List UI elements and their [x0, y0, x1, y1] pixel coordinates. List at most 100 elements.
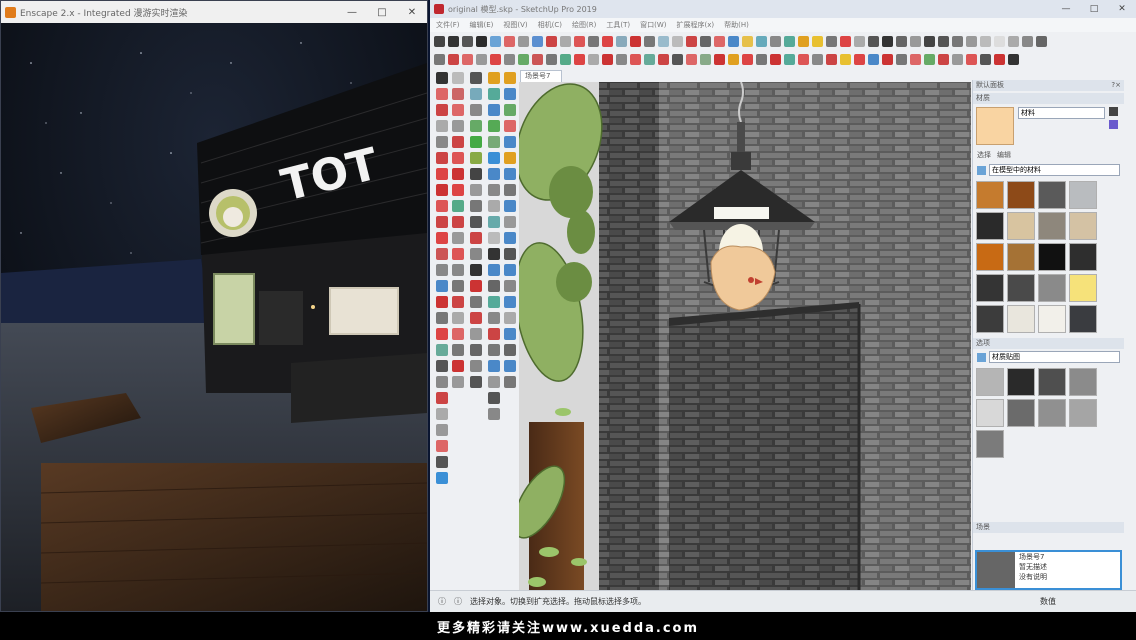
toolbar-tool-icon[interactable] [784, 53, 795, 65]
material-collection-select[interactable]: 在模型中的材料 [989, 164, 1120, 176]
tool-icon[interactable] [452, 248, 464, 260]
tool-icon[interactable] [488, 88, 500, 100]
toolbar-tool-icon[interactable] [868, 53, 879, 65]
toolbar-tool-icon[interactable] [896, 53, 907, 65]
tool-icon[interactable] [488, 200, 500, 212]
toolbar-tool-icon[interactable] [672, 35, 683, 47]
toolbar-tool-icon[interactable] [728, 53, 739, 65]
materials-panel-header[interactable]: 材质 [973, 93, 1124, 104]
toolbar-tool-icon[interactable] [588, 53, 599, 65]
followme-tool-icon[interactable] [436, 232, 448, 244]
toolbar-tool-icon[interactable] [1036, 35, 1047, 47]
toolbar-tool-icon[interactable] [560, 53, 571, 65]
tape-tool-icon[interactable] [436, 264, 448, 276]
toolbar-tool-icon[interactable] [910, 35, 921, 47]
toolbar-tool-icon[interactable] [784, 35, 795, 47]
menu-help[interactable]: 帮助(H) [724, 20, 749, 30]
toolbar-tool-icon[interactable] [756, 35, 767, 47]
tool-icon[interactable] [504, 88, 516, 100]
toolbar-tool-icon[interactable] [994, 35, 1005, 47]
tool-icon[interactable] [504, 312, 516, 324]
toolbar-tool-icon[interactable] [616, 35, 627, 47]
toolbar-tool-icon[interactable] [840, 53, 851, 65]
tool-icon[interactable] [488, 72, 500, 84]
toolbar-tool-icon[interactable] [616, 53, 627, 65]
toolbar-tool-icon[interactable] [812, 53, 823, 65]
material-swatch[interactable] [1007, 243, 1035, 271]
toolbar-tool-icon[interactable] [868, 35, 879, 47]
toolbar-tool-icon[interactable] [728, 35, 739, 47]
tool-icon[interactable] [504, 248, 516, 260]
walk-tool-icon[interactable] [436, 360, 448, 372]
toolbar-tool-icon[interactable] [490, 53, 501, 65]
toolbar-tool-icon[interactable] [602, 35, 613, 47]
tool-icon[interactable] [452, 232, 464, 244]
pushpull-tool-icon[interactable] [436, 200, 448, 212]
tool-icon[interactable] [470, 376, 482, 388]
menu-tools[interactable]: 工具(T) [606, 20, 630, 30]
minimize-button[interactable]: — [1052, 0, 1080, 18]
scenes-panel-header[interactable]: 场景 [973, 522, 1124, 533]
section-tool-icon[interactable] [436, 392, 448, 404]
tool-icon[interactable] [504, 280, 516, 292]
toolbar-tool-icon[interactable] [630, 53, 641, 65]
toolbar-tool-icon[interactable] [434, 53, 445, 65]
toolbar-tool-icon[interactable] [532, 35, 543, 47]
tool-icon[interactable] [452, 312, 464, 324]
scene-list-item[interactable]: 场景号7 暂无描述 没有说明 [975, 550, 1122, 590]
toolbar-tool-icon[interactable] [882, 35, 893, 47]
tool-icon[interactable] [470, 280, 482, 292]
menu-extensions[interactable]: 扩展程序(x) [676, 20, 714, 30]
style-swatch[interactable] [976, 368, 1004, 396]
material-swatch[interactable] [1007, 274, 1035, 302]
toolbar-tool-icon[interactable] [672, 53, 683, 65]
eraser-tool-icon[interactable] [436, 88, 448, 100]
tab-select[interactable]: 选择 [977, 150, 991, 160]
toolbar-tool-icon[interactable] [630, 35, 641, 47]
tool-icon[interactable] [504, 120, 516, 132]
tool-icon[interactable] [504, 360, 516, 372]
style-collection-select[interactable]: 材质贴图 [989, 351, 1120, 363]
text-tool-icon[interactable] [436, 408, 448, 420]
style-swatch[interactable] [1038, 368, 1066, 396]
tool-icon[interactable] [470, 360, 482, 372]
tool-icon[interactable] [470, 344, 482, 356]
dimension-tool-icon[interactable] [436, 424, 448, 436]
zoom-extents-icon[interactable] [436, 344, 448, 356]
style-swatch[interactable] [1007, 368, 1035, 396]
offset-tool-icon[interactable] [436, 216, 448, 228]
close-icon[interactable]: ?× [1111, 80, 1121, 91]
tool-icon[interactable] [504, 328, 516, 340]
tool-icon[interactable] [488, 168, 500, 180]
toolbar-tool-icon[interactable] [700, 53, 711, 65]
tool-icon[interactable] [504, 264, 516, 276]
toolbar-tool-icon[interactable] [434, 35, 445, 47]
tool-icon[interactable] [452, 88, 464, 100]
toolbar-tool-icon[interactable] [770, 53, 781, 65]
tool-icon[interactable] [452, 136, 464, 148]
style-swatch[interactable] [1038, 399, 1066, 427]
toolbar-tool-icon[interactable] [938, 35, 949, 47]
toolbar-tool-icon[interactable] [770, 35, 781, 47]
toolbar-tool-icon[interactable] [924, 53, 935, 65]
maximize-button[interactable]: □ [367, 1, 397, 23]
tool-icon[interactable] [470, 264, 482, 276]
toolbar-tool-icon[interactable] [504, 53, 515, 65]
toolbar-tool-icon[interactable] [602, 53, 613, 65]
toolbar-tool-icon[interactable] [798, 35, 809, 47]
3d-text-tool-icon[interactable] [436, 472, 448, 484]
material-swatch[interactable] [1069, 305, 1097, 333]
home-icon[interactable] [977, 165, 986, 175]
material-swatch[interactable] [976, 181, 1004, 209]
tool-icon[interactable] [488, 216, 500, 228]
tool-icon[interactable] [504, 376, 516, 388]
material-swatch[interactable] [1038, 274, 1066, 302]
toolbar-tool-icon[interactable] [658, 35, 669, 47]
toolbar-tool-icon[interactable] [518, 35, 529, 47]
tool-icon[interactable] [470, 152, 482, 164]
tool-icon[interactable] [488, 248, 500, 260]
toolbar-tool-icon[interactable] [826, 53, 837, 65]
style-swatch[interactable] [976, 430, 1004, 458]
tool-icon[interactable] [470, 216, 482, 228]
material-name-field[interactable]: 材料 [1018, 107, 1105, 119]
